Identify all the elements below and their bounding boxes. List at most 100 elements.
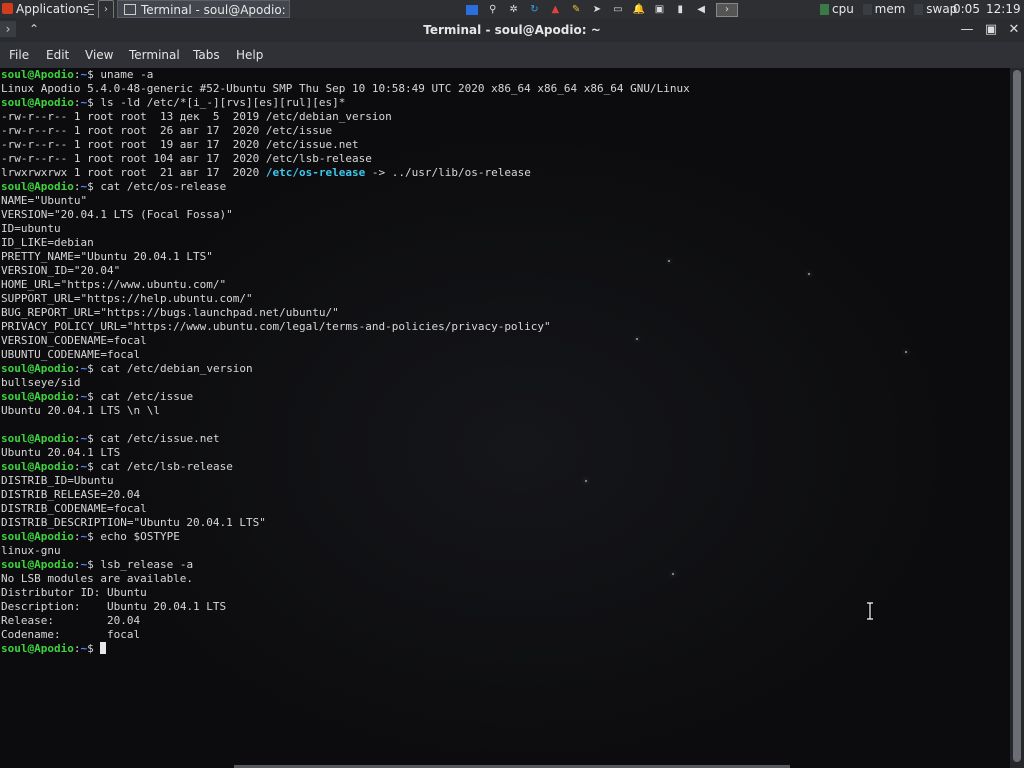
terminal-icon[interactable]: › — [715, 2, 738, 17]
terminal-output-line: -rw-r--r-- 1 root root 104 авг 17 2020 /… — [1, 152, 372, 165]
battery-time[interactable]: 0:05 — [953, 0, 980, 18]
battery-icon[interactable]: ▮ — [674, 4, 686, 16]
bell-icon[interactable]: 🔔 — [633, 4, 645, 16]
prompt-symbol: $ — [87, 68, 101, 81]
mem-monitor: mem — [874, 2, 906, 16]
taskbar-terminal-button[interactable]: Terminal - soul@Apodio: ~ — [117, 0, 290, 35]
system-monitors[interactable]: cpu mem swap — [820, 0, 962, 18]
terminal-output[interactable]: soul@Apodio:~$ uname -a Linux Apodio 5.4.… — [0, 68, 1010, 768]
terminal-output-line: ID=ubuntu — [1, 222, 61, 235]
window-titlebar[interactable]: › ⌃ Terminal - soul@Apodio: ~ — ▣ ✕ — [0, 18, 1024, 42]
prompt-symbol: $ — [87, 530, 101, 543]
terminal-output-line: VERSION_CODENAME=focal — [1, 334, 147, 347]
terminal-output-line: VERSION="20.04.1 LTS (Focal Fossa)" — [1, 208, 233, 221]
menu-view[interactable]: View — [85, 42, 113, 68]
window-title: Terminal - soul@Apodio: ~ — [423, 23, 601, 37]
terminal-prompt-line: soul@Apodio:~$ lsb_release -a — [1, 558, 690, 572]
symlink-target: -> ../usr/lib/os-release — [365, 166, 531, 179]
close-button[interactable]: ✕ — [1005, 20, 1023, 40]
clock[interactable]: 12:19 — [986, 0, 1021, 18]
menu-edit[interactable]: Edit — [46, 42, 69, 68]
prompt-user: soul@Apodio — [1, 96, 74, 109]
drive-icon[interactable]: ▭ — [612, 4, 624, 16]
vertical-scrollbar[interactable] — [1010, 68, 1024, 768]
terminal-prompt-line: soul@Apodio:~$ ls -ld /etc/*[i_-][rvs][e… — [1, 96, 690, 110]
arrow-icon[interactable]: ➤ — [591, 4, 603, 16]
cpu-graph-icon — [820, 4, 829, 15]
triangle-icon[interactable]: ▲ — [549, 4, 561, 16]
prompt-user: soul@Apodio — [1, 432, 74, 445]
system-tray: ⚲ ✲ ↻ ▲ ✎ ➤ ▭ 🔔 ▣ ▮ ◀ › — [466, 0, 743, 18]
mem-graph-icon — [862, 4, 872, 15]
terminal-output-line: ID_LIKE=debian — [1, 236, 94, 249]
maximize-button[interactable]: ▣ — [982, 20, 1000, 40]
applications-icon — [2, 3, 13, 14]
terminal-output-line: Linux Apodio 5.4.0-48-generic #52-Ubuntu… — [1, 82, 690, 95]
terminal-prompt-line: soul@Apodio:~$ uname -a — [1, 68, 690, 82]
terminal-output-line: DISTRIB_ID=Ubuntu — [1, 474, 114, 487]
terminal-output-line: SUPPORT_URL="https://help.ubuntu.com/" — [1, 292, 253, 305]
command-text: cat /etc/issue.net — [100, 432, 220, 445]
command-text: cat /etc/lsb-release — [100, 460, 233, 473]
terminal-output-line: NAME="Ubuntu" — [1, 194, 88, 207]
pencil-icon[interactable]: ✎ — [570, 4, 582, 16]
terminal-output-line: Codename: focal — [1, 628, 141, 641]
terminal-output-line: DISTRIB_RELEASE=20.04 — [1, 488, 141, 501]
refresh-icon[interactable]: ↻ — [528, 4, 540, 16]
output-text: lrwxrwxrwx 1 root root 21 авг 17 2020 — [1, 166, 266, 179]
terminal-prompt-line: soul@Apodio:~$ cat /etc/issue — [1, 390, 690, 404]
command-text: cat /etc/debian_version — [100, 362, 253, 375]
terminal-output-line: Distributor ID: Ubuntu — [1, 586, 147, 599]
command-text: ls -ld /etc/*[i_-][rvs][es][rul][es]* — [100, 96, 346, 109]
scrollbar-thumb[interactable] — [1013, 70, 1021, 762]
prompt-user: soul@Apodio — [1, 530, 74, 543]
applications-menu-button[interactable]: Applications — [2, 0, 89, 18]
command-text: lsb_release -a — [100, 558, 194, 571]
applications-label: Applications — [16, 2, 90, 16]
terminal-output-line: UBUNTU_CODENAME=focal — [1, 348, 141, 361]
prompt-user: soul@Apodio — [1, 642, 74, 655]
command-text: echo $OSTYPE — [100, 530, 180, 543]
prompt-user: soul@Apodio — [1, 390, 74, 403]
terminal-output-line: No LSB modules are available. — [1, 572, 194, 585]
hamburger-icon[interactable] — [87, 0, 95, 18]
prompt-symbol: $ — [87, 180, 101, 193]
background-star — [808, 273, 810, 275]
terminal-output-line: bullseye/sid — [1, 376, 81, 389]
terminal-output-line: linux-gnu — [1, 544, 61, 557]
menu-help[interactable]: Help — [236, 42, 263, 68]
terminal-output-line: DISTRIB_DESCRIPTION="Ubuntu 20.04.1 LTS" — [1, 516, 266, 529]
prompt-symbol: $ — [87, 390, 101, 403]
terminal-prompt-line: soul@Apodio:~$ cat /etc/debian_version — [1, 362, 690, 376]
terminal-output-line: lrwxrwxrwx 1 root root 21 авг 17 2020 /e… — [1, 166, 690, 180]
prompt-symbol: $ — [87, 96, 101, 109]
terminal-lines: soul@Apodio:~$ uname -a Linux Apodio 5.4.… — [1, 68, 690, 656]
terminal-output-line: -rw-r--r-- 1 root root 19 авг 17 2020 /e… — [1, 138, 359, 151]
terminal-output-line: VERSION_ID="20.04" — [1, 264, 121, 277]
terminal-output-line: BUG_REPORT_URL="https://bugs.launchpad.n… — [1, 306, 339, 319]
prompt-user: soul@Apodio — [1, 362, 74, 375]
minimize-button[interactable]: — — [958, 20, 976, 40]
prompt-symbol: $ — [87, 642, 101, 655]
taskbar-terminal-icon — [124, 4, 136, 15]
prompt-symbol: $ — [87, 432, 101, 445]
background-star — [905, 351, 907, 353]
terminal-output-line: DISTRIB_CODENAME=focal — [1, 502, 147, 515]
window-icon[interactable] — [466, 4, 478, 15]
menu-terminal[interactable]: Terminal — [129, 42, 180, 68]
cpu-monitor: cpu — [832, 2, 854, 16]
terminal-prompt-line: soul@Apodio:~$ cat /etc/issue.net — [1, 432, 690, 446]
menu-file[interactable]: File — [9, 42, 29, 68]
terminal-output-line: HOME_URL="https://www.ubuntu.com/" — [1, 278, 227, 291]
terminal-output-line: Ubuntu 20.04.1 LTS \n \l — [1, 404, 160, 417]
chevron-right-icon[interactable]: › — [98, 0, 114, 20]
settings-icon[interactable]: ✲ — [508, 4, 520, 16]
prompt-user: soul@Apodio — [1, 68, 74, 81]
volume-icon[interactable]: ◀ — [695, 4, 707, 16]
search-icon[interactable]: ⚲ — [487, 4, 499, 16]
network-icon[interactable]: ▣ — [653, 4, 665, 16]
command-text: cat /etc/issue — [100, 390, 194, 403]
swap-graph-icon — [914, 4, 924, 15]
command-text: uname -a — [100, 68, 154, 81]
menu-tabs[interactable]: Tabs — [193, 42, 220, 68]
